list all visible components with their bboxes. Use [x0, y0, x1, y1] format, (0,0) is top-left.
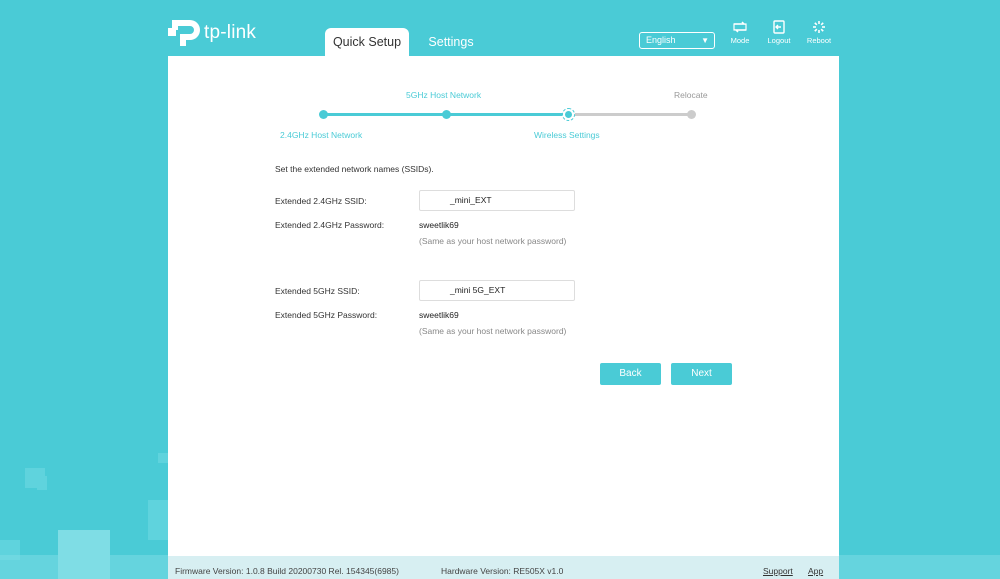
progress-dot-1	[319, 110, 328, 119]
progress-dot-2	[442, 110, 451, 119]
support-link[interactable]: Support	[763, 566, 793, 576]
ssid5-label: Extended 5GHz SSID:	[275, 286, 360, 296]
step-label-wireless: Wireless Settings	[534, 130, 600, 140]
background-decoration	[158, 453, 168, 463]
pwd24-value: sweetlik69	[419, 220, 459, 230]
language-select[interactable]: English ▼	[639, 32, 715, 49]
brand-name: tp-link	[204, 22, 257, 43]
logout-button[interactable]: Logout	[759, 20, 799, 45]
progress-line-pending	[568, 113, 691, 116]
progress-dot-4	[687, 110, 696, 119]
hardware-version: Hardware Version: RE505X v1.0	[441, 566, 564, 576]
mode-icon	[733, 21, 747, 33]
next-button[interactable]: Next	[671, 363, 732, 385]
app-link[interactable]: App	[808, 566, 823, 576]
pwd24-note: (Same as your host network password)	[419, 236, 567, 246]
tab-settings[interactable]: Settings	[420, 28, 482, 56]
pwd5-label: Extended 5GHz Password:	[275, 310, 378, 320]
background-decoration	[839, 555, 1000, 579]
step-label-relocate: Relocate	[674, 90, 708, 100]
logout-label: Logout	[767, 36, 791, 45]
firmware-version: Firmware Version: 1.0.8 Build 20200730 R…	[175, 566, 399, 576]
progress-dot-current	[562, 108, 575, 121]
background-decoration	[148, 500, 168, 540]
reboot-button[interactable]: Reboot	[799, 20, 839, 45]
main-panel	[168, 56, 839, 556]
chevron-down-icon: ▼	[701, 36, 709, 45]
logout-icon	[773, 20, 785, 34]
background-decoration	[0, 555, 168, 579]
mode-label: Mode	[730, 36, 750, 45]
pwd5-note: (Same as your host network password)	[419, 326, 567, 336]
ssid24-input[interactable]: _mini_EXT	[419, 190, 575, 211]
reboot-label: Reboot	[806, 36, 832, 45]
ssid5-input[interactable]: _mini 5G_EXT	[419, 280, 575, 301]
back-button[interactable]: Back	[600, 363, 661, 385]
pwd5-value: sweetlik69	[419, 310, 459, 320]
step-label-24ghz: 2.4GHz Host Network	[280, 130, 363, 140]
language-value: English	[646, 35, 676, 45]
ssid24-label: Extended 2.4GHz SSID:	[275, 196, 367, 206]
step-label-5ghz: 5GHz Host Network	[406, 90, 482, 100]
tab-quick-setup[interactable]: Quick Setup	[325, 28, 409, 56]
reboot-icon	[813, 21, 825, 33]
background-decoration	[37, 476, 47, 490]
mode-button[interactable]: Mode	[720, 20, 760, 45]
form-intro: Set the extended network names (SSIDs).	[275, 164, 434, 174]
pwd24-label: Extended 2.4GHz Password:	[275, 220, 385, 230]
